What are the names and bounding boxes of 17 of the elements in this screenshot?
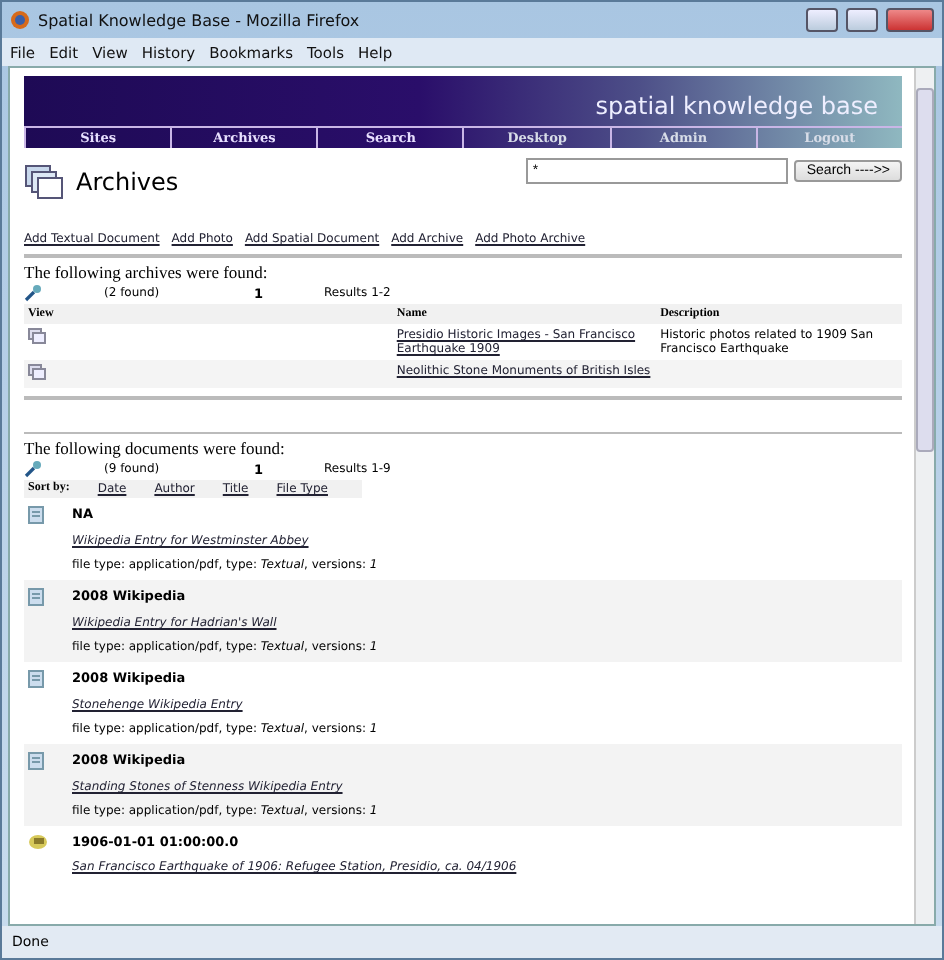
maximize-button[interactable] [846,8,878,32]
document-icon [28,506,44,524]
section-heading: The following documents were found: [24,438,287,458]
page-heading: Archives [76,168,181,196]
close-button[interactable] [886,8,934,32]
document-icon [28,670,44,688]
document-icon [28,752,44,770]
site-title: spatial knowledge base [593,90,880,124]
document-icon [28,588,44,606]
browser-logo-icon [10,10,30,30]
windows-stack-icon [24,164,64,200]
view-icon [28,328,46,344]
scrollbar[interactable] [914,68,934,924]
window-title: Spatial Knowledge Base - Mozilla Firefox [38,11,362,29]
section-heading: The following archives were found: [24,262,270,282]
photo-icon [28,834,48,850]
minimize-button[interactable] [806,8,838,32]
